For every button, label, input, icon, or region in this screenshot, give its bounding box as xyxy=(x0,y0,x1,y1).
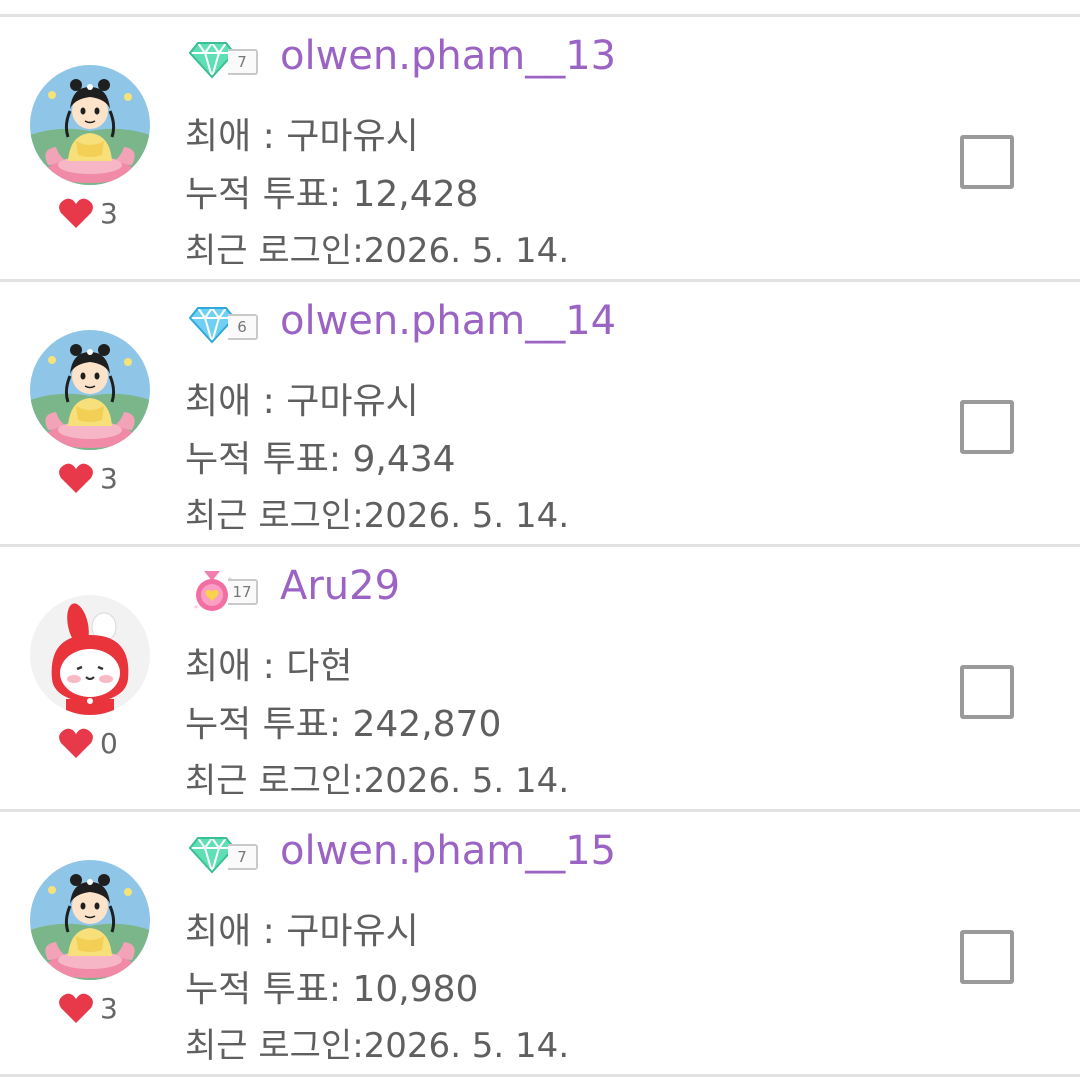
badge-level: 6 xyxy=(228,314,258,340)
heart-icon xyxy=(58,197,94,229)
avatar[interactable] xyxy=(30,860,150,980)
level-badge: 6 xyxy=(188,304,270,348)
select-checkbox[interactable] xyxy=(960,930,1014,984)
heart-icon xyxy=(58,727,94,759)
select-checkbox[interactable] xyxy=(960,665,1014,719)
girl-on-lotus-avatar-image xyxy=(30,65,150,185)
badge-level: 7 xyxy=(228,49,258,75)
user-row[interactable]: 3 6 olwen.pham__14 최애 : 구마유시 누적 투표: 9,43… xyxy=(0,282,1080,544)
level-badge: 7 xyxy=(188,39,270,83)
avatar[interactable] xyxy=(30,65,150,185)
total-votes: 누적 투표: 242,870 xyxy=(185,704,502,745)
divider xyxy=(0,1074,1080,1077)
favorite-label: 최애 : 구마유시 xyxy=(185,116,419,157)
badge-level: 17 xyxy=(228,579,258,605)
last-login: 최근 로그인:2026. 5. 14. xyxy=(185,496,570,536)
like-counter[interactable]: 0 xyxy=(58,723,118,763)
last-login: 최근 로그인:2026. 5. 14. xyxy=(185,231,570,271)
like-counter[interactable]: 3 xyxy=(58,458,118,498)
total-votes: 누적 투표: 9,434 xyxy=(185,439,456,480)
favorite-label: 최애 : 다현 xyxy=(185,646,353,687)
level-badge: 17 xyxy=(188,569,270,613)
avatar[interactable] xyxy=(30,330,150,450)
username[interactable]: olwen.pham__14 xyxy=(280,298,616,344)
like-count: 3 xyxy=(100,461,118,495)
user-row[interactable]: 0 17 Aru29 최애 : 다현 누적 투표: 242,870 최근 로그인… xyxy=(0,547,1080,809)
badge-level: 7 xyxy=(228,844,258,870)
user-row[interactable]: 3 7 olwen.pham__13 최애 : 구마유시 누적 투표: 12,4… xyxy=(0,17,1080,279)
favorite-label: 최애 : 구마유시 xyxy=(185,381,419,422)
like-count: 0 xyxy=(100,726,118,760)
last-login: 최근 로그인:2026. 5. 14. xyxy=(185,1026,570,1066)
like-counter[interactable]: 3 xyxy=(58,193,118,233)
username[interactable]: Aru29 xyxy=(280,563,400,609)
heart-icon xyxy=(58,462,94,494)
username[interactable]: olwen.pham__15 xyxy=(280,828,616,874)
girl-on-lotus-avatar-image xyxy=(30,860,150,980)
total-votes: 누적 투표: 12,428 xyxy=(185,174,479,215)
avatar[interactable] xyxy=(30,595,150,715)
level-badge: 7 xyxy=(188,834,270,878)
username[interactable]: olwen.pham__13 xyxy=(280,33,616,79)
heart-icon xyxy=(58,992,94,1024)
select-checkbox[interactable] xyxy=(960,135,1014,189)
like-count: 3 xyxy=(100,991,118,1025)
total-votes: 누적 투표: 10,980 xyxy=(185,969,479,1010)
user-list: 3 7 olwen.pham__13 최애 : 구마유시 누적 투표: 12,4… xyxy=(0,0,1080,1080)
like-count: 3 xyxy=(100,196,118,230)
girl-on-lotus-avatar-image xyxy=(30,330,150,450)
favorite-label: 최애 : 구마유시 xyxy=(185,911,419,952)
user-row[interactable]: 3 7 olwen.pham__15 최애 : 구마유시 누적 투표: 10,9… xyxy=(0,812,1080,1074)
last-login: 최근 로그인:2026. 5. 14. xyxy=(185,761,570,801)
like-counter[interactable]: 3 xyxy=(58,988,118,1028)
bunny-in-red-hood-avatar-image xyxy=(30,595,150,715)
select-checkbox[interactable] xyxy=(960,400,1014,454)
